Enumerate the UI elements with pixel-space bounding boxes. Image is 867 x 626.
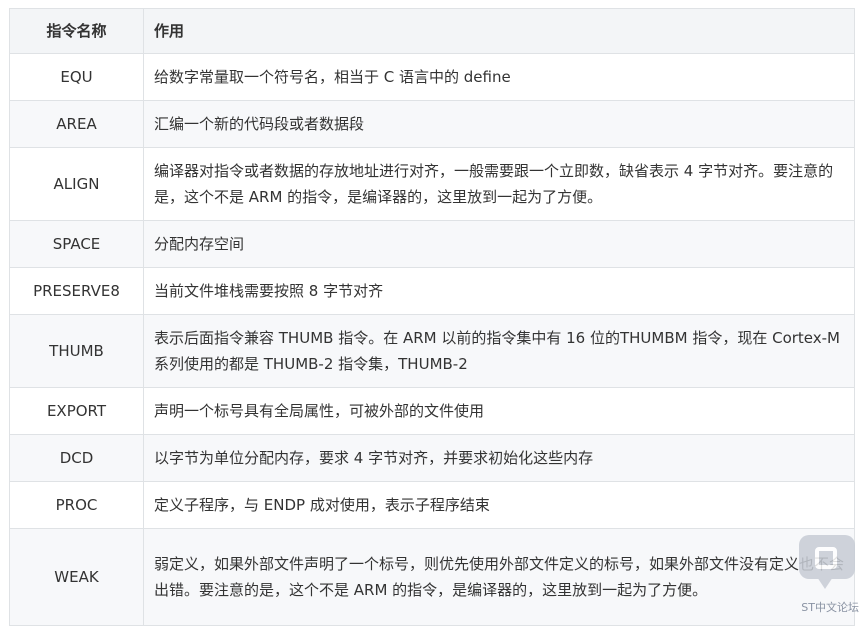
directives-table: 指令名称 作用 EQU 给数字常量取一个符号名，相当于 C 语言中的 defin… [9,8,855,626]
chat-bubble-logo-icon [799,535,855,589]
directive-cell: ALIGN [9,147,144,221]
description-cell: 编译器对指令或者数据的存放地址进行对齐，一般需要跟一个立即数，缺省表示 4 字节… [143,147,855,221]
table-row: DCD 以字节为单位分配内存，要求 4 字节对齐，并要求初始化这些内存 [9,434,855,482]
directive-cell: THUMB [9,314,144,388]
header-directive-name: 指令名称 [9,8,144,54]
table-row: EXPORT 声明一个标号具有全局属性，可被外部的文件使用 [9,387,855,435]
directive-cell: PROC [9,481,144,529]
table-row: EQU 给数字常量取一个符号名，相当于 C 语言中的 define [9,53,855,101]
table-row: PROC 定义子程序，与 ENDP 成对使用，表示子程序结束 [9,481,855,529]
watermark: ST中文论坛 [779,535,859,615]
table-header-row: 指令名称 作用 [9,8,855,54]
header-function: 作用 [143,8,855,54]
directive-cell: PRESERVE8 [9,267,144,315]
description-cell: 声明一个标号具有全局属性，可被外部的文件使用 [143,387,855,435]
directive-cell: EQU [9,53,144,101]
table-row: ALIGN 编译器对指令或者数据的存放地址进行对齐，一般需要跟一个立即数，缺省表… [9,147,855,221]
description-cell: 定义子程序，与 ENDP 成对使用，表示子程序结束 [143,481,855,529]
directive-cell: SPACE [9,220,144,268]
directive-cell: DCD [9,434,144,482]
directive-cell: AREA [9,100,144,148]
description-cell: 汇编一个新的代码段或者数据段 [143,100,855,148]
table-row: SPACE 分配内存空间 [9,220,855,268]
watermark-text: ST中文论坛 [801,601,859,614]
table-row: AREA 汇编一个新的代码段或者数据段 [9,100,855,148]
description-cell: 当前文件堆栈需要按照 8 字节对齐 [143,267,855,315]
description-cell: 表示后面指令兼容 THUMB 指令。在 ARM 以前的指令集中有 16 位的TH… [143,314,855,388]
description-cell: 分配内存空间 [143,220,855,268]
table-row: THUMB 表示后面指令兼容 THUMB 指令。在 ARM 以前的指令集中有 1… [9,314,855,388]
table-row: PRESERVE8 当前文件堆栈需要按照 8 字节对齐 [9,267,855,315]
directive-cell: EXPORT [9,387,144,435]
description-cell: 给数字常量取一个符号名，相当于 C 语言中的 define [143,53,855,101]
directive-cell: WEAK [9,528,144,626]
description-cell: 以字节为单位分配内存，要求 4 字节对齐，并要求初始化这些内存 [143,434,855,482]
table-row: WEAK 弱定义，如果外部文件声明了一个标号，则优先使用外部文件定义的标号，如果… [9,528,855,626]
description-cell: 弱定义，如果外部文件声明了一个标号，则优先使用外部文件定义的标号，如果外部文件没… [143,528,855,626]
